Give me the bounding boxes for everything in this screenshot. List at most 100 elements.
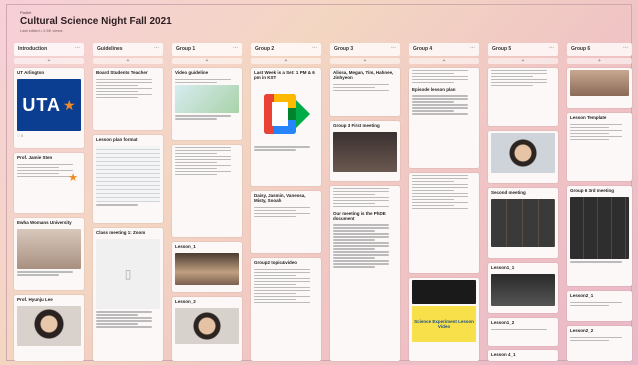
post-card[interactable]: Lesson_2	[172, 297, 242, 361]
post-card[interactable]	[567, 68, 632, 108]
post-title: Prof. Jamie Sten	[17, 155, 53, 160]
column-group-3: Group 3 ⋯ + Alissa, Megan, Tim, Hahnee, J…	[330, 43, 400, 361]
logo-text: UTA	[22, 94, 62, 115]
add-post-button[interactable]: +	[567, 58, 632, 64]
column-introduction: Introduction ⋯ + UT Arlington UTA ★ ♡ 0 P…	[14, 43, 84, 361]
more-icon[interactable]: ⋯	[75, 45, 80, 51]
post-title: Alissa, Megan, Tim, Hahnee, Jinhyeon	[333, 70, 394, 80]
post-card[interactable]: Class meeting 1: Zoom ▯	[93, 228, 163, 361]
add-post-button[interactable]: +	[409, 58, 479, 64]
more-icon[interactable]: ⋯	[623, 45, 628, 51]
post-card[interactable]: Prof. Jamie Sten ★	[14, 153, 84, 213]
more-icon[interactable]: ⋯	[312, 45, 317, 51]
add-post-button[interactable]: +	[172, 58, 242, 64]
video-thumbnail[interactable]	[412, 280, 476, 304]
post-card[interactable]: Prof. Hyunju Lee	[14, 295, 84, 361]
more-icon[interactable]: ⋯	[391, 45, 396, 51]
column-header[interactable]: Group 1 ⋯	[172, 43, 242, 56]
map-image	[175, 85, 239, 113]
photo	[570, 70, 629, 96]
post-title: Episode lesson plan	[412, 86, 456, 92]
post-card[interactable]: Last Week is a Set: 1 PM & 6 pm in KST	[251, 68, 321, 186]
post-card[interactable]: Lesson1_2	[488, 318, 558, 346]
breadcrumb[interactable]: Padlet	[20, 10, 172, 15]
post-title: Group2 topic&video	[254, 260, 298, 265]
column-title: Group 2	[255, 46, 275, 52]
post-card[interactable]	[488, 131, 558, 183]
post-card[interactable]: Lesson_1	[172, 242, 242, 292]
google-meet-icon	[258, 86, 314, 142]
more-icon[interactable]: ⋯	[233, 45, 238, 51]
post-title: Lesson2_2	[570, 328, 594, 333]
post-card[interactable]: Video guideline	[172, 68, 242, 140]
post-title: Video guideline	[175, 70, 209, 75]
column-header[interactable]: Group 3 ⋯	[330, 43, 400, 56]
post-card[interactable]: Science Experiment Lesson Video	[409, 278, 479, 361]
profile-photo	[17, 306, 81, 346]
post-title: Second meeting	[491, 190, 526, 195]
board-subtitle: Last edited • 2.5K views	[20, 28, 63, 33]
more-icon[interactable]: ⋯	[154, 45, 159, 51]
add-post-button[interactable]: +	[251, 58, 321, 64]
post-card[interactable]: Lesson1_1	[488, 263, 558, 313]
post-card[interactable]: UT Arlington UTA ★ ♡ 0	[14, 68, 84, 148]
add-post-button[interactable]: +	[93, 58, 163, 64]
post-card[interactable]: Lesson 4_1	[488, 350, 558, 361]
star-icon: ★	[68, 172, 78, 184]
post-card[interactable]: Second meeting	[488, 188, 558, 258]
post-card[interactable]: Group 3 First meeting	[330, 121, 400, 181]
post-card[interactable]: Ewha Womans University	[14, 218, 84, 290]
video-thumbnail[interactable]	[491, 133, 555, 173]
post-title: Lesson1_2	[491, 320, 515, 325]
column-group-6: Group 6 ⋯ + Lesson Template Group 6 3rd m…	[567, 43, 632, 361]
column-title: Group 5	[492, 46, 512, 52]
board-title: Cultural Science Night Fall 2021	[20, 16, 172, 27]
like-count[interactable]: ♡ 0	[14, 133, 84, 140]
post-card[interactable]	[172, 145, 242, 237]
post-title: Last Week is a Set: 1 PM & 6 pm in KST	[254, 70, 315, 80]
column-title: Introduction	[18, 46, 48, 52]
more-icon[interactable]: ⋯	[470, 45, 475, 51]
column-title: Group 3	[334, 46, 354, 52]
video-thumbnail[interactable]	[491, 274, 555, 306]
add-post-button[interactable]: +	[488, 58, 558, 64]
column-title: Group 1	[176, 46, 196, 52]
post-title: Lesson2_1	[570, 293, 594, 298]
column-title: Group 4	[413, 46, 433, 52]
add-post-button[interactable]: +	[330, 58, 400, 64]
poster-title: Science Experiment Lesson Video	[414, 319, 474, 329]
column-group-5: Group 5 ⋯ + Second meeting Lesson1_1 Less…	[488, 43, 558, 361]
post-card[interactable]: Board Students Teacher	[93, 68, 163, 130]
post-card[interactable]: Group 6 3rd meeting	[567, 186, 632, 286]
post-card[interactable]: Group2 topic&video	[251, 258, 321, 361]
column-header[interactable]: Group 6 ⋯	[567, 43, 632, 56]
post-title: Lesson1_1	[491, 265, 515, 270]
column-title: Group 6	[571, 46, 591, 52]
video-thumbnail[interactable]	[175, 253, 239, 285]
post-title: Lesson plan format	[96, 137, 138, 142]
zoom-gallery-thumbnail[interactable]	[570, 197, 629, 259]
post-card[interactable]: Lesson2_1	[567, 291, 632, 321]
column-header[interactable]: Group 5 ⋯	[488, 43, 558, 56]
column-header[interactable]: Guidelines ⋯	[93, 43, 163, 56]
post-title: Group 6 3rd meeting	[570, 188, 615, 193]
column-header[interactable]: Introduction ⋯	[14, 43, 84, 56]
post-card[interactable]: Alissa, Megan, Tim, Hahnee, Jinhyeon	[330, 68, 400, 116]
column-group-2: Group 2 ⋯ + Last Week is a Set: 1 PM & 6 …	[251, 43, 321, 361]
post-title: Our meeting is the PhDE document	[333, 210, 386, 221]
post-card[interactable]: Episode lesson plan	[409, 68, 479, 168]
post-card[interactable]: Daisy, Jasmin, Vanessa, Misty, Sooah	[251, 191, 321, 253]
add-post-button[interactable]: +	[14, 58, 84, 64]
zoom-gallery-thumbnail[interactable]	[491, 199, 555, 247]
post-card[interactable]: Lesson2_2	[567, 326, 632, 361]
post-card[interactable]	[488, 68, 558, 126]
post-card[interactable]: Lesson Template	[567, 113, 632, 181]
column-header[interactable]: Group 4 ⋯	[409, 43, 479, 56]
post-card[interactable]	[409, 173, 479, 273]
column-header[interactable]: Group 2 ⋯	[251, 43, 321, 56]
post-card[interactable]: Lesson plan format	[93, 135, 163, 223]
more-icon[interactable]: ⋯	[549, 45, 554, 51]
video-thumbnail[interactable]	[333, 132, 397, 172]
post-card[interactable]: Our meeting is the PhDE document	[330, 186, 400, 361]
video-thumbnail[interactable]	[175, 308, 239, 344]
